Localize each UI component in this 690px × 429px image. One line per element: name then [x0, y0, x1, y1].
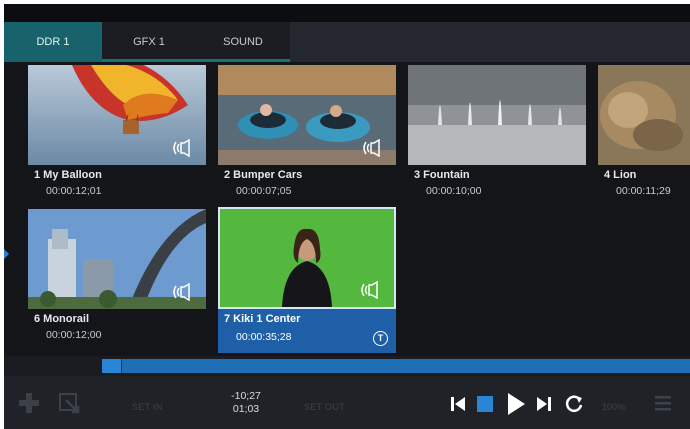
clip-grid: 1 My Balloon 00:00:12;01 2 Bumper Cars 0… [4, 65, 690, 355]
clip-title: 7 Kiki 1 Center [224, 313, 301, 325]
tab-bar-empty [290, 22, 690, 62]
timecode-remaining: -10;27 [231, 390, 261, 402]
transport-bar: SET IN -10;27 01;03 SET OUT 100% [4, 376, 690, 429]
clip-thumbnail-balloon [28, 65, 206, 165]
clip-duration: 00:00:07;05 [236, 185, 292, 197]
clip-my-balloon[interactable]: 1 My Balloon 00:00:12;01 [28, 65, 206, 205]
title-badge: T [373, 331, 388, 346]
clip-bumper-cars[interactable]: 2 Bumper Cars 00:00:07;05 [218, 65, 396, 205]
clip-lion[interactable]: 4 Lion 00:00:11;29 [598, 65, 690, 205]
clip-duration: 00:00:12;00 [46, 329, 102, 341]
scroll-left-arrow-icon[interactable] [4, 249, 9, 259]
clip-thumbnail-kiki [218, 207, 396, 309]
clip-thumbnail-lion [598, 65, 690, 165]
clip-title: 1 My Balloon [34, 169, 102, 181]
set-out-button[interactable]: SET OUT [304, 402, 345, 412]
clip-monorail[interactable]: 6 Monorail 00:00:12;00 [28, 209, 206, 349]
clip-duration: 00:00:10;00 [426, 185, 482, 197]
clip-thumbnail-bumper-cars [218, 65, 396, 165]
clip-duration: 00:00:12;01 [46, 185, 102, 197]
skip-previous-icon[interactable] [450, 395, 466, 413]
clip-title: 3 Fountain [414, 169, 470, 181]
clip-title: 6 Monorail [34, 313, 90, 325]
clip-title: 4 Lion [604, 169, 637, 181]
audio-icon [363, 139, 380, 157]
stop-icon[interactable] [476, 395, 494, 413]
tab-sound[interactable]: SOUND [196, 22, 290, 62]
clip-kiki-1-center[interactable]: 7 Kiki 1 Center 00:00:35;28 T [218, 207, 396, 353]
tab-bar: DDR 1 GFX 1 SOUND [4, 22, 690, 62]
audio-icon [361, 281, 378, 299]
import-icon[interactable] [58, 392, 82, 414]
tab-gfx1[interactable]: GFX 1 [102, 22, 196, 62]
play-icon[interactable] [506, 392, 526, 416]
tab-ddr1[interactable]: DDR 1 [4, 22, 102, 62]
skip-next-icon[interactable] [536, 395, 552, 413]
top-strip [4, 4, 690, 22]
timecode-duration: 01;03 [232, 403, 260, 415]
list-icon[interactable] [654, 394, 672, 412]
ddr-media-player: DDR 1 GFX 1 SOUND 1 My Balloon 00:00:12;… [4, 4, 690, 429]
horizontal-scrollbar[interactable] [4, 356, 690, 376]
clip-title: 2 Bumper Cars [224, 169, 303, 181]
loop-icon[interactable] [564, 394, 584, 414]
set-in-button[interactable]: SET IN [132, 402, 163, 412]
scrollbar-track[interactable] [102, 359, 690, 373]
audio-icon [173, 283, 190, 301]
plus-icon[interactable] [18, 392, 40, 414]
scrollbar-handle[interactable] [102, 359, 122, 373]
audio-icon [173, 139, 190, 157]
clip-duration: 00:00:35;28 [236, 331, 292, 343]
timecode-display: -10;27 01;03 [216, 390, 276, 416]
clip-thumbnail-monorail [28, 209, 206, 309]
clip-fountain[interactable]: 3 Fountain 00:00:10;00 [408, 65, 586, 205]
clip-thumbnail-fountain [408, 65, 586, 165]
zoom-level[interactable]: 100% [602, 402, 625, 412]
clip-duration: 00:00:11;29 [616, 185, 671, 197]
